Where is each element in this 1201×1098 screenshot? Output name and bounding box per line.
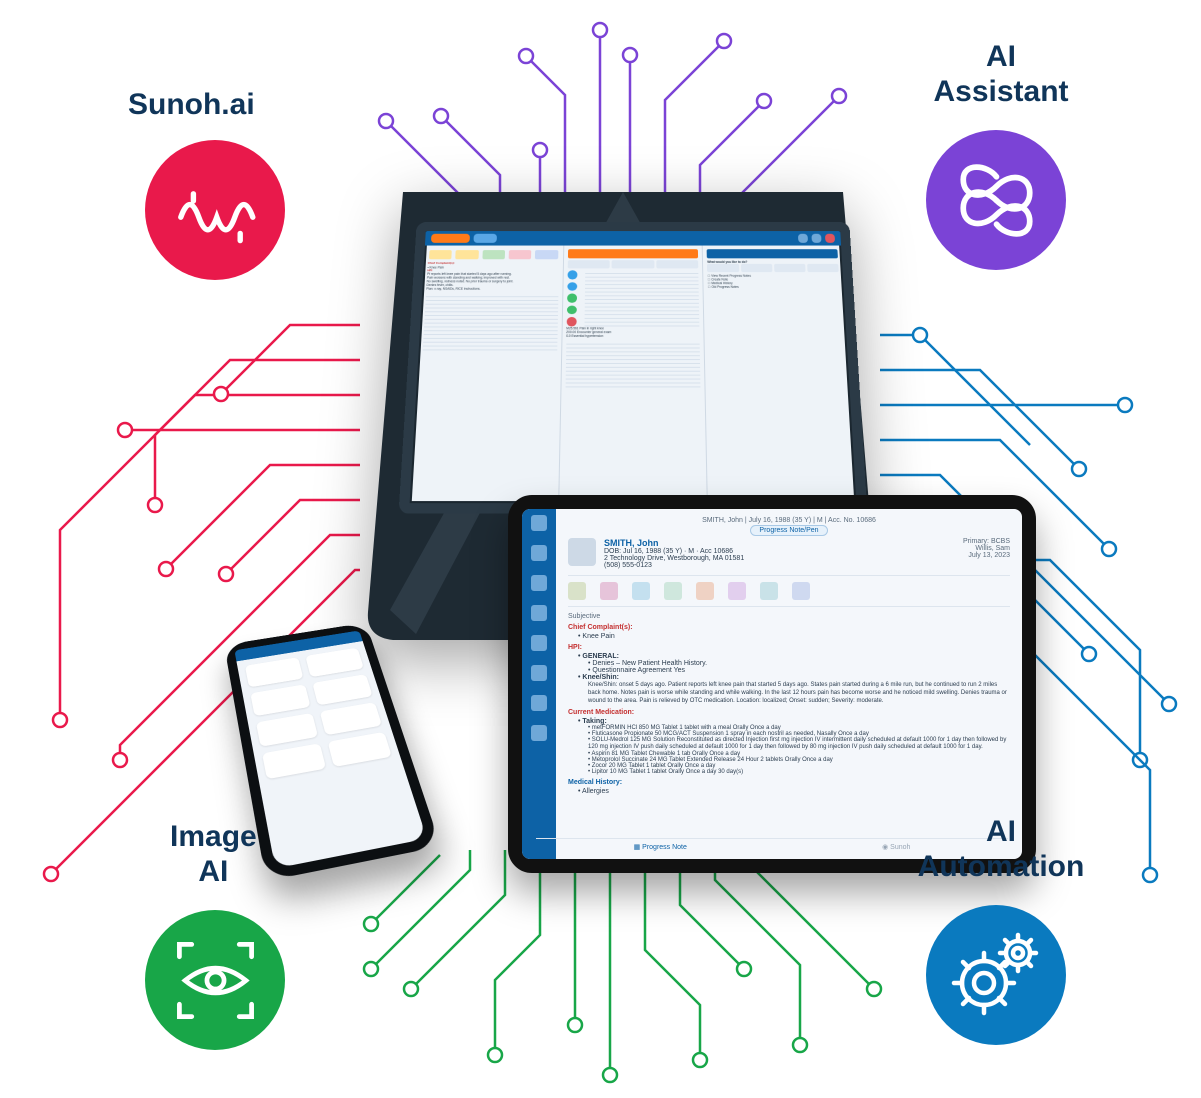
laptop-left-panel: Chief Complaint(s): • Knee Pain HPI Pt r…	[410, 246, 563, 504]
laptop-mid-panel: M25.561 Pain in right knee Z00.00 Encoun…	[558, 246, 707, 504]
feature-label-sunoh: Sunoh.ai	[128, 88, 255, 123]
feature-label-imageai: Image AI	[170, 820, 257, 889]
app-titlebar	[425, 231, 841, 245]
feature-badge-imageai	[145, 910, 285, 1050]
infinity-knot-icon	[949, 153, 1044, 248]
eye-scan-icon	[168, 933, 263, 1028]
laptop-screen: Chief Complaint(s): • Knee Pain HPI Pt r…	[399, 222, 868, 514]
feature-label-assistant: AI Assistant	[931, 40, 1071, 109]
phone-tile-grid	[236, 641, 402, 788]
sound-wave-icon	[170, 165, 260, 255]
laptop-right-panel: What would you like to do? ☐ View Recent…	[702, 246, 856, 504]
feature-label-automation: AI Automation	[911, 815, 1091, 884]
feature-badge-assistant	[926, 130, 1066, 270]
tablet-toolbar	[568, 575, 1010, 607]
avatar	[568, 538, 596, 566]
tablet-main: SMITH, John | July 16, 1988 (35 Y) | M |…	[556, 509, 1022, 859]
feature-badge-automation	[926, 905, 1066, 1045]
tablet-sidebar	[522, 509, 556, 859]
gears-icon	[946, 925, 1046, 1025]
patient-header: SMITH, John | July 16, 1988 (35 Y) | M |…	[568, 517, 1010, 524]
feature-badge-sunoh	[145, 140, 285, 280]
